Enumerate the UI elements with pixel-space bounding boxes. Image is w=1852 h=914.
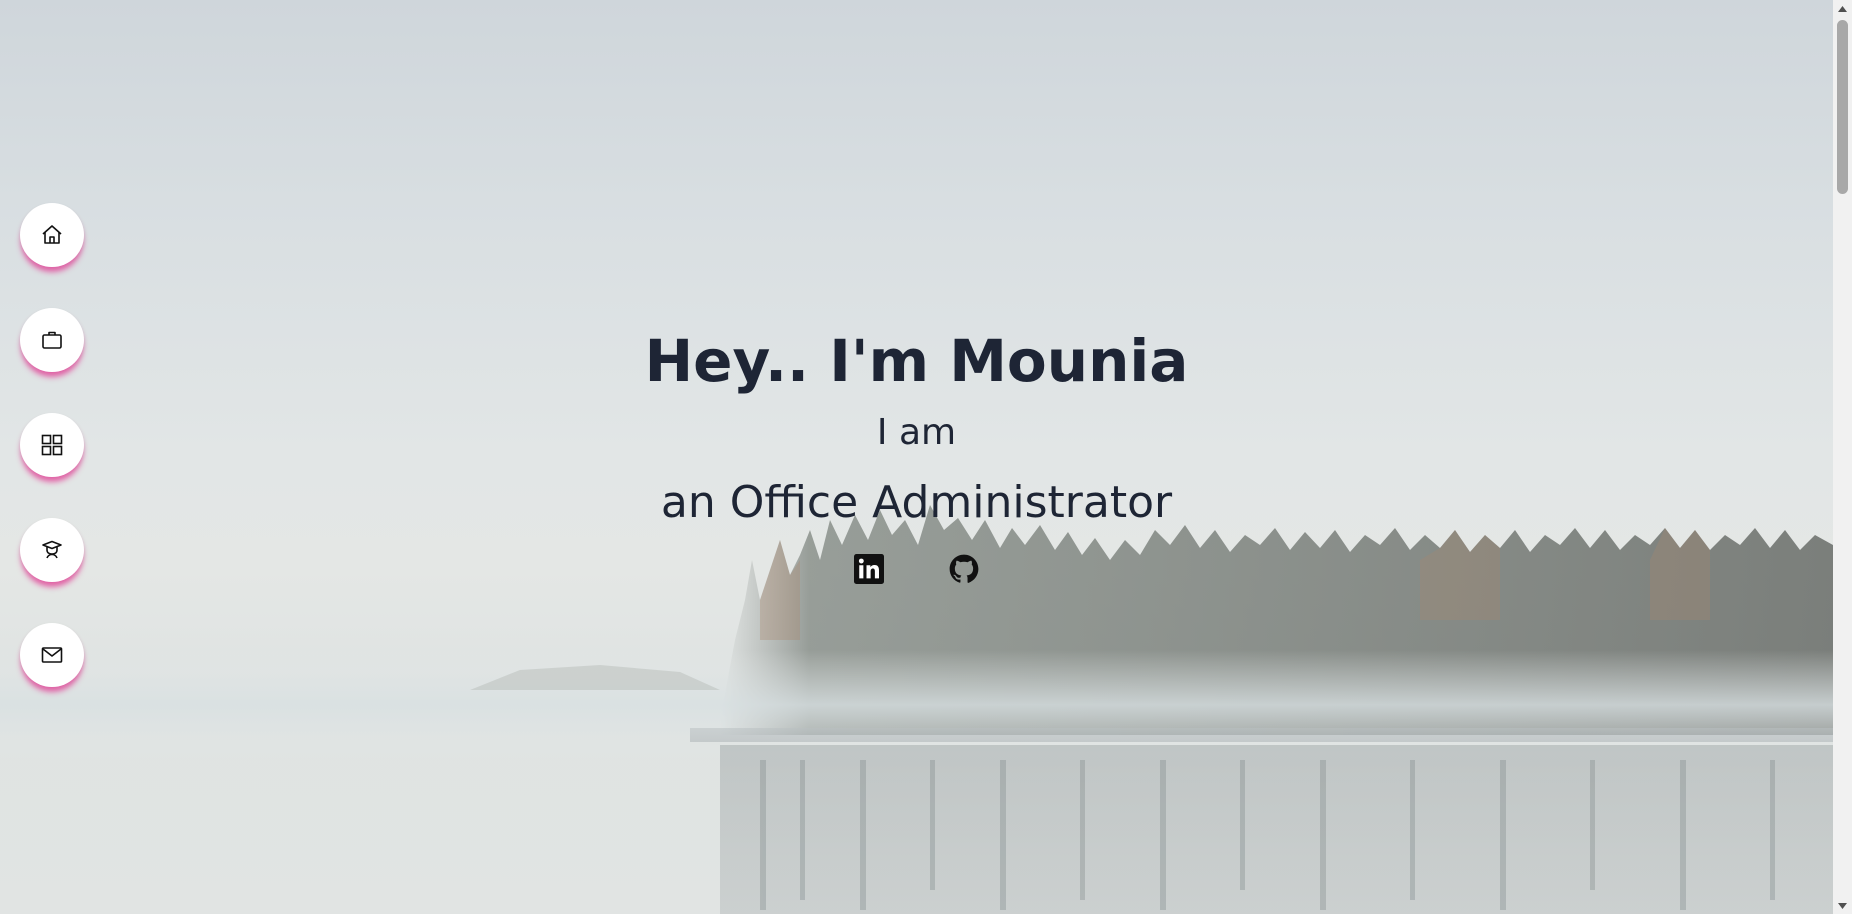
portfolio-page: Hey.. I'm Mounia I am an Office Administ… xyxy=(0,0,1852,914)
hero-role: an Office Administrator xyxy=(660,477,1173,528)
linkedin-link[interactable] xyxy=(853,553,885,585)
hero-title: Hey.. I'm Mounia xyxy=(644,327,1189,395)
scroll-up-arrow-icon[interactable] xyxy=(1833,0,1852,17)
hero-intro: I am xyxy=(876,412,957,453)
github-link[interactable] xyxy=(948,553,980,585)
github-icon xyxy=(949,554,979,583)
linkedin-icon xyxy=(854,554,884,584)
scroll-down-arrow-icon[interactable] xyxy=(1833,897,1852,914)
scroll-thumb[interactable] xyxy=(1837,20,1848,194)
hero-section: Hey.. I'm Mounia I am an Office Administ… xyxy=(0,0,1833,914)
page-scrollbar[interactable] xyxy=(1833,0,1852,914)
